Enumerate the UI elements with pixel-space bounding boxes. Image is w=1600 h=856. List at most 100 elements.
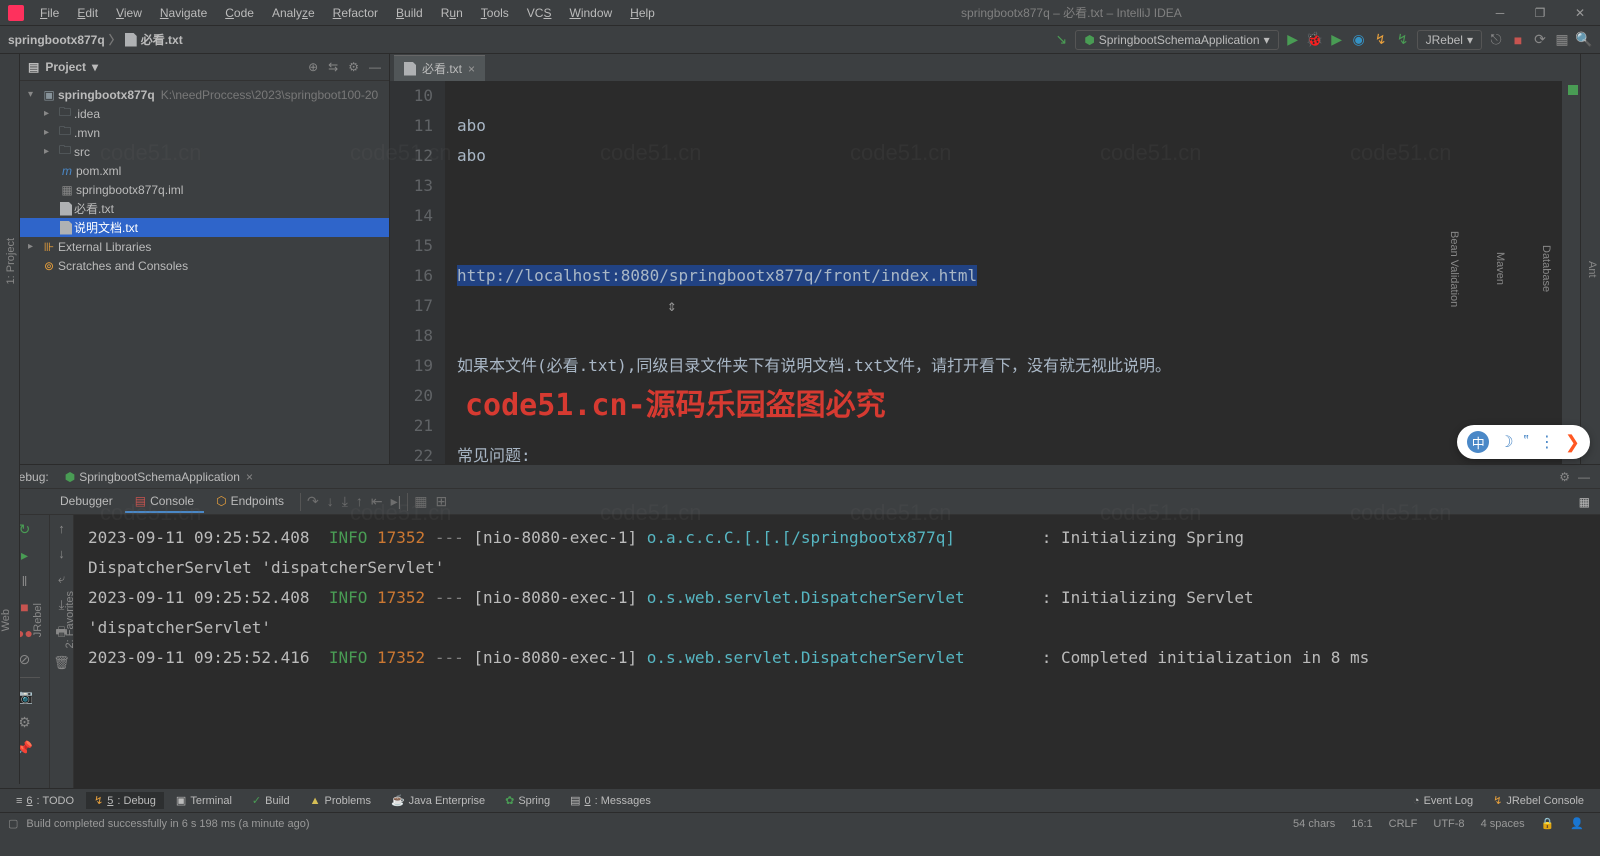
tree-folder-idea[interactable]: ▸🗀.idea: [20, 104, 389, 123]
wrap-icon[interactable]: ⤶: [58, 571, 65, 587]
breadcrumb-file[interactable]: 必看.txt: [141, 31, 183, 48]
update-icon[interactable]: ⟳: [1532, 32, 1548, 48]
bt-event-log[interactable]: ◔Event Log: [1405, 793, 1481, 809]
jrebel-debug-icon[interactable]: ↯: [1395, 32, 1411, 48]
down-icon[interactable]: ↓: [58, 546, 65, 561]
menu-window[interactable]: Window: [561, 2, 620, 24]
jrebel-run-icon[interactable]: ↯: [1373, 32, 1389, 48]
search-icon[interactable]: 🔍: [1576, 32, 1592, 48]
chevron-right-icon[interactable]: ▸: [44, 146, 56, 157]
tab-favorites[interactable]: 2: Favorites: [64, 591, 76, 648]
gear-icon[interactable]: ⚙: [1559, 470, 1570, 484]
project-tree[interactable]: ▾ ▣ springbootx877q K:\needProccess\2023…: [20, 81, 389, 279]
chevron-right-icon[interactable]: ❯: [1565, 432, 1580, 453]
layout-icon[interactable]: ▦: [1554, 32, 1570, 48]
menu-view[interactable]: View: [108, 2, 150, 24]
menu-run[interactable]: Run: [433, 2, 471, 24]
tab-ant[interactable]: Ant: [1584, 257, 1600, 282]
attach-icon[interactable]: ⎋: [1488, 32, 1504, 48]
close-tab-icon[interactable]: ×: [468, 62, 475, 76]
ime-pill[interactable]: 中 ☽ ‟ ⋮ ❯: [1457, 425, 1590, 459]
tree-external-libs[interactable]: ▸⊪External Libraries: [20, 237, 389, 256]
menu-navigate[interactable]: Navigate: [152, 2, 215, 24]
collapse-icon[interactable]: ⇆: [328, 60, 338, 74]
menu-tools[interactable]: Tools: [473, 2, 517, 24]
code-content[interactable]: abo abo http://localhost:8080/springboot…: [445, 81, 1562, 464]
bt-terminal[interactable]: ▣Terminal: [168, 792, 240, 809]
menu-analyze[interactable]: Analyze: [264, 2, 323, 24]
jrebel-selector[interactable]: JRebel ▾: [1417, 30, 1482, 50]
menu-refactor[interactable]: Refactor: [325, 2, 386, 24]
hide-icon[interactable]: —: [1578, 470, 1590, 484]
run-config-selector[interactable]: ⬢ SpringbootSchemaApplication ▾: [1075, 30, 1278, 50]
menu-icon[interactable]: ⋮: [1539, 432, 1555, 452]
maximize-button[interactable]: ❐: [1520, 0, 1560, 26]
tree-file-pom[interactable]: mpom.xml: [20, 161, 389, 180]
close-icon[interactable]: ×: [246, 470, 253, 484]
status-pos[interactable]: 16:1: [1343, 818, 1380, 830]
menu-code[interactable]: Code: [217, 2, 262, 24]
bt-spring[interactable]: ✿Spring: [497, 792, 558, 809]
editor-marker-bar[interactable]: [1562, 81, 1580, 464]
tab-web[interactable]: Web: [0, 609, 12, 631]
tree-folder-mvn[interactable]: ▸🗀.mvn: [20, 123, 389, 142]
quote-icon[interactable]: ‟: [1524, 433, 1529, 451]
menu-help[interactable]: Help: [622, 2, 663, 24]
project-panel-title[interactable]: ▤ Project ▾: [28, 60, 98, 74]
status-lock-icon[interactable]: 🔒: [1533, 817, 1563, 830]
step-into-icon[interactable]: ↓: [327, 493, 334, 510]
bt-jrebel-console[interactable]: ↯JRebel Console: [1485, 792, 1592, 809]
gear-icon[interactable]: ⚙: [348, 60, 359, 74]
up-icon[interactable]: ↑: [58, 521, 65, 536]
bt-build[interactable]: ✓Build: [244, 792, 298, 809]
locate-icon[interactable]: ⊕: [308, 60, 318, 74]
minimize-button[interactable]: ─: [1480, 0, 1520, 26]
editor-tab-bikan[interactable]: 必看.txt ×: [394, 55, 485, 81]
tree-scratches[interactable]: ⊚Scratches and Consoles: [20, 256, 389, 275]
chevron-down-icon[interactable]: ▾: [28, 89, 40, 100]
run-cursor-icon[interactable]: ▸|: [391, 493, 402, 510]
clear-icon[interactable]: 🗑: [53, 655, 70, 671]
tree-file-iml[interactable]: ▦springbootx877q.iml: [20, 180, 389, 199]
drop-frame-icon[interactable]: ⇤: [371, 493, 383, 510]
close-button[interactable]: ✕: [1560, 0, 1600, 26]
subtab-endpoints[interactable]: ⬡Endpoints: [206, 491, 294, 513]
chevron-right-icon[interactable]: ▸: [44, 108, 56, 119]
status-corner-icon[interactable]: ▢: [8, 817, 18, 830]
menu-vcs[interactable]: VCS: [519, 2, 560, 24]
hammer-icon[interactable]: ↘: [1053, 32, 1069, 48]
bt-java-ee[interactable]: ☕Java Enterprise: [383, 792, 493, 809]
stop-icon[interactable]: ■: [1510, 32, 1526, 48]
tree-folder-src[interactable]: ▸🗀src: [20, 142, 389, 161]
trace-icon[interactable]: ⊞: [436, 493, 448, 510]
status-inspector-icon[interactable]: 👤: [1562, 817, 1592, 830]
editor-body[interactable]: 10 11 12 13 14 15 16 17 18 19 20 21 22 a…: [390, 81, 1580, 464]
status-eol[interactable]: CRLF: [1381, 818, 1426, 830]
status-indent[interactable]: 4 spaces: [1473, 818, 1533, 830]
bt-todo[interactable]: ≡6: TODO: [8, 793, 82, 809]
menu-file[interactable]: FFileile: [32, 2, 67, 24]
tree-root[interactable]: ▾ ▣ springbootx877q K:\needProccess\2023…: [20, 85, 389, 104]
step-out-icon[interactable]: ↑: [356, 493, 363, 510]
force-step-icon[interactable]: ⤓: [342, 493, 348, 510]
run-icon[interactable]: ▶: [1285, 32, 1301, 48]
moon-icon[interactable]: ☽: [1499, 432, 1513, 452]
tab-project[interactable]: 1: Project: [3, 234, 19, 288]
breadcrumb-project[interactable]: springbootx877q: [8, 33, 105, 47]
console-output[interactable]: 2023-09-11 09:25:52.408 INFO 17352 --- […: [74, 515, 1600, 788]
bt-problems[interactable]: ▲Problems: [302, 793, 379, 809]
status-encoding[interactable]: UTF-8: [1425, 818, 1472, 830]
subtab-console[interactable]: ▤Console: [125, 491, 204, 513]
chevron-right-icon[interactable]: ▸: [44, 127, 56, 138]
hide-icon[interactable]: —: [369, 60, 381, 74]
tree-file-shuoming[interactable]: 说明文档.txt: [20, 218, 389, 237]
bt-debug[interactable]: ↯5: Debug: [86, 792, 164, 809]
subtab-debugger[interactable]: Debugger: [50, 491, 123, 513]
profile-icon[interactable]: ◉: [1351, 32, 1367, 48]
menu-edit[interactable]: Edit: [69, 2, 106, 24]
evaluate-icon[interactable]: ▦: [414, 493, 427, 510]
chevron-right-icon[interactable]: ▸: [28, 241, 40, 252]
tab-jrebel[interactable]: JRebel: [32, 603, 44, 637]
step-over-icon[interactable]: ↷: [307, 493, 319, 510]
ime-lang[interactable]: 中: [1467, 431, 1489, 453]
